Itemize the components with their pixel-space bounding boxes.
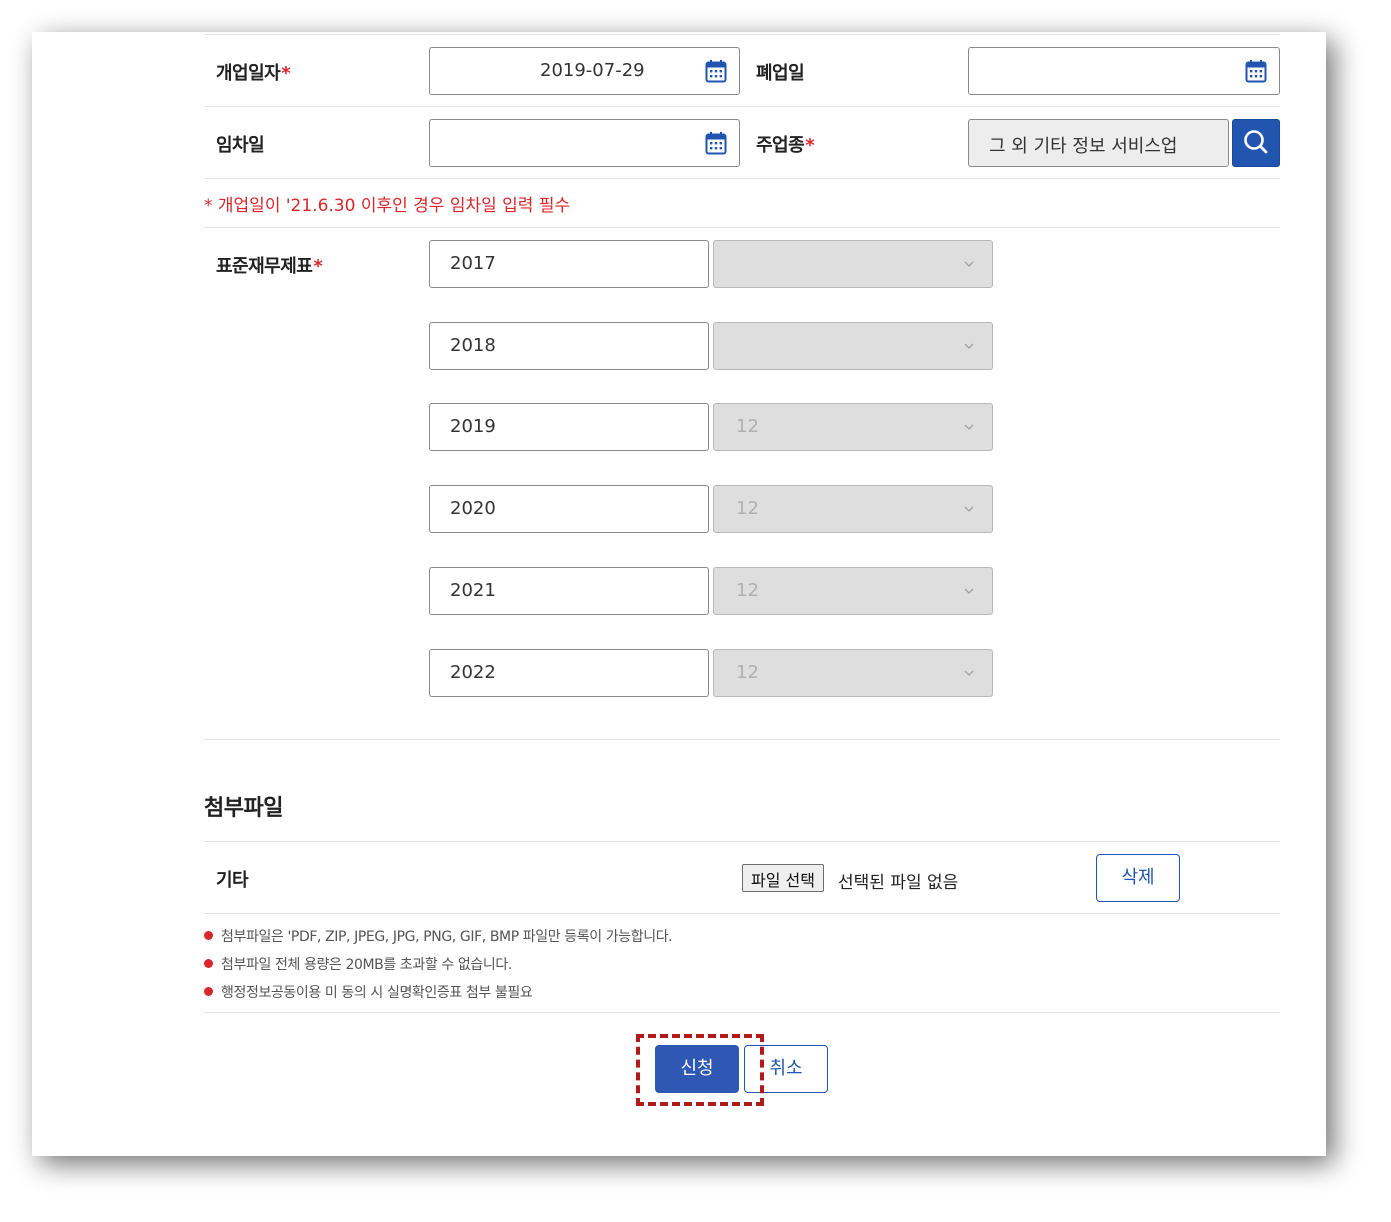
highlight-box [636, 1034, 764, 1106]
attachment-note: 첨부파일 전체 용량은 20MB를 초과할 수 없습니다. [204, 954, 512, 974]
financial-month-value: 12 [736, 580, 759, 601]
divider [204, 106, 1280, 107]
financial-year-value: 2019 [450, 416, 496, 437]
main-industry-label: 주업종* [756, 131, 815, 157]
lease-date-label: 임차일 [216, 135, 265, 156]
financial-statement-label-text: 표준재무제표 [216, 256, 313, 277]
attachment-note: 행정정보공동이용 미 동의 시 실명확인증표 첨부 불필요 [204, 982, 533, 1002]
financial-month-select[interactable]: 12 [713, 485, 993, 533]
financial-month-select[interactable] [713, 240, 993, 288]
chevron-down-icon [964, 261, 974, 267]
bullet-dot [204, 958, 213, 968]
financial-statement-label: 표준재무제표* [216, 252, 323, 278]
financial-year-value: 2020 [450, 498, 496, 519]
required-mark: * [281, 63, 291, 84]
divider [204, 1012, 1280, 1013]
lease-date-notice: * 개업일이 '21.6.30 이후인 경우 임차일 입력 필수 [204, 196, 571, 216]
attachment-note-text: 첨부파일은 'PDF, ZIP, JPEG, JPG, PNG, GIF, BM… [221, 929, 673, 945]
attachments-title: 첨부파일 [204, 796, 283, 821]
close-date-label: 폐업일 [756, 63, 805, 84]
close-date-field[interactable] [968, 47, 1280, 95]
delete-button[interactable]: 삭제 [1096, 854, 1180, 902]
financial-year-field[interactable]: 2022 [429, 649, 709, 697]
divider [204, 841, 1280, 842]
calendar-icon[interactable] [1245, 59, 1267, 83]
main-industry-value: 그 외 기타 정보 서비스업 [989, 136, 1178, 157]
calendar-icon[interactable] [705, 59, 727, 83]
required-mark: * [313, 256, 323, 277]
chevron-down-icon [964, 343, 974, 349]
open-date-label: 개업일자* [216, 59, 291, 85]
chevron-down-icon [964, 670, 974, 676]
chevron-down-icon [964, 588, 974, 594]
financial-year-value: 2017 [450, 253, 496, 274]
open-date-label-text: 개업일자 [216, 63, 281, 84]
file-status-text: 선택된 파일 없음 [838, 873, 959, 893]
financial-year-value: 2018 [450, 335, 496, 356]
chevron-down-icon [964, 424, 974, 430]
attachment-note-text: 첨부파일 전체 용량은 20MB를 초과할 수 없습니다. [221, 957, 512, 973]
attachment-note-text: 행정정보공동이용 미 동의 시 실명확인증표 첨부 불필요 [221, 985, 533, 1001]
financial-year-value: 2022 [450, 662, 496, 683]
attachment-other-label: 기타 [216, 870, 249, 891]
open-date-field[interactable]: 2019-07-29 [429, 47, 740, 95]
financial-year-field[interactable]: 2018 [429, 322, 709, 370]
open-date-value: 2019-07-29 [540, 60, 645, 81]
financial-month-select[interactable]: 12 [713, 567, 993, 615]
lease-date-field[interactable] [429, 119, 740, 167]
divider [204, 739, 1280, 740]
search-icon [1244, 130, 1268, 154]
bullet-dot [204, 930, 213, 940]
financial-month-select[interactable]: 12 [713, 403, 993, 451]
main-industry-field: 그 외 기타 정보 서비스업 [968, 119, 1229, 167]
divider [204, 913, 1280, 914]
industry-search-button[interactable] [1232, 119, 1280, 167]
financial-month-value: 12 [736, 498, 759, 519]
financial-month-select[interactable]: 12 [713, 649, 993, 697]
financial-month-value: 12 [736, 416, 759, 437]
divider [204, 227, 1280, 228]
divider [204, 34, 1280, 35]
financial-month-value: 12 [736, 662, 759, 683]
main-industry-label-text: 주업종 [756, 135, 805, 156]
file-select-button[interactable]: 파일 선택 [742, 864, 824, 892]
financial-year-field[interactable]: 2019 [429, 403, 709, 451]
financial-year-field[interactable]: 2020 [429, 485, 709, 533]
attachment-note: 첨부파일은 'PDF, ZIP, JPEG, JPG, PNG, GIF, BM… [204, 926, 673, 946]
divider [204, 178, 1280, 179]
chevron-down-icon [964, 506, 974, 512]
financial-year-value: 2021 [450, 580, 496, 601]
form-area: 개업일자* 2019-07-29 폐업일 임차일 주업종* 그 외 기타 정보 … [204, 32, 1280, 1156]
calendar-icon[interactable] [705, 131, 727, 155]
financial-month-select[interactable] [713, 322, 993, 370]
application-form-page: 개업일자* 2019-07-29 폐업일 임차일 주업종* 그 외 기타 정보 … [32, 32, 1326, 1156]
financial-year-field[interactable]: 2017 [429, 240, 709, 288]
bullet-dot [204, 986, 213, 996]
required-mark: * [805, 135, 815, 156]
financial-year-field[interactable]: 2021 [429, 567, 709, 615]
